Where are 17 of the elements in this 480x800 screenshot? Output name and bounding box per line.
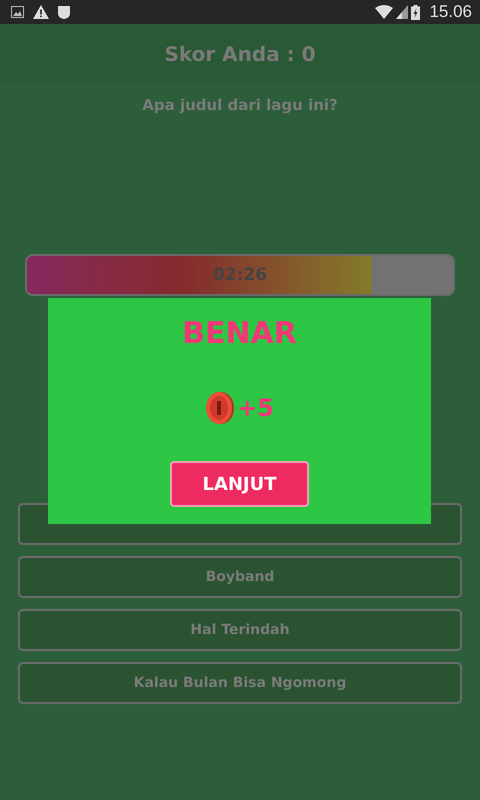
answer-option[interactable]: Kalau Bulan Bisa Ngomong [18, 662, 462, 704]
warning-icon [33, 5, 49, 19]
coin-icon [205, 391, 236, 425]
shield-icon [58, 6, 70, 18]
signal-icon [396, 5, 408, 19]
answer-option[interactable]: Hal Terindah [18, 609, 462, 651]
image-icon [11, 6, 24, 18]
battery-icon [411, 4, 420, 20]
answer-option[interactable]: Boyband [18, 556, 462, 598]
result-title: BENAR [182, 316, 297, 351]
question-text: Apa judul dari lagu ini? [141, 96, 339, 114]
clock: 15.06 [429, 2, 472, 22]
reward-amount: +5 [237, 394, 274, 422]
score-title: Skor Anda : 0 [164, 42, 316, 66]
next-button[interactable]: LANJUT [170, 461, 309, 507]
timer-reading: 02:26 [212, 265, 268, 285]
wifi-icon [375, 5, 394, 19]
